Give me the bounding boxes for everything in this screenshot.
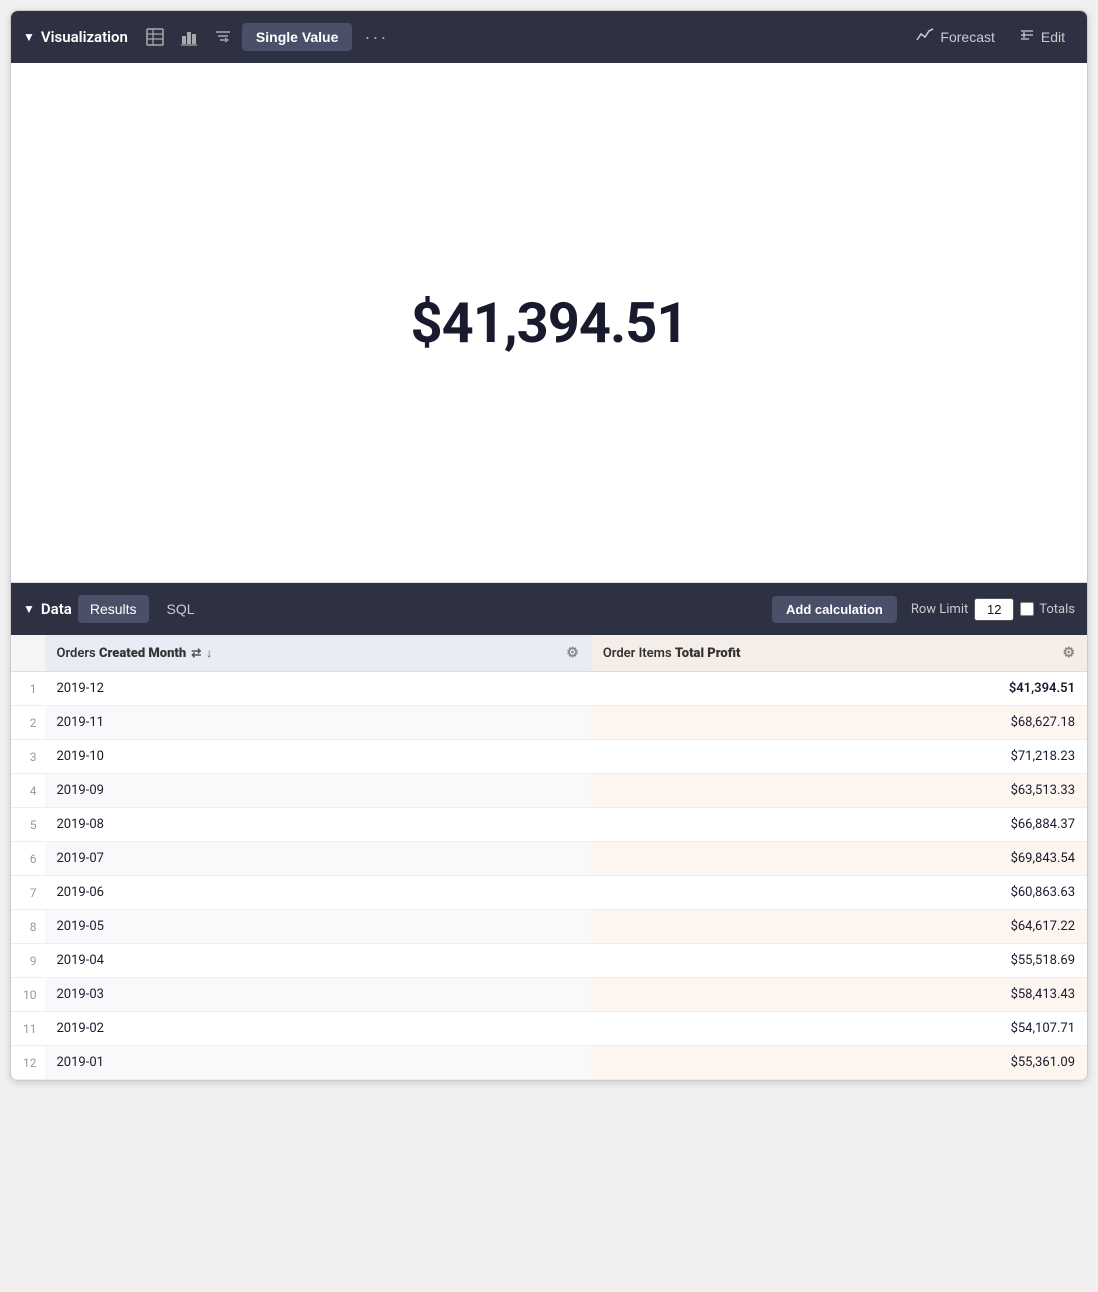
edit-label: Edit — [1041, 29, 1065, 45]
table-header-row: Orders Created Month ⇄ ↓ ⚙ Order Items T… — [11, 635, 1087, 672]
viz-toolbar-left: ▼ Visualization — [23, 28, 128, 46]
table-row: 42019-09$63,513.33 — [11, 774, 1087, 808]
sql-tab[interactable]: SQL — [155, 595, 207, 623]
measure-cell: $63,513.33 — [591, 774, 1087, 808]
row-number: 7 — [11, 876, 45, 910]
dimension-cell: 2019-01 — [45, 1046, 591, 1080]
viz-toolbar: ▼ Visualization — [11, 11, 1087, 63]
dimension-cell: 2019-09 — [45, 774, 591, 808]
measure-cell: $55,518.69 — [591, 944, 1087, 978]
data-table: Orders Created Month ⇄ ↓ ⚙ Order Items T… — [11, 635, 1087, 1080]
row-number: 11 — [11, 1012, 45, 1046]
measure-gear-icon[interactable]: ⚙ — [1062, 645, 1075, 661]
row-num-header — [11, 635, 45, 672]
row-number: 5 — [11, 808, 45, 842]
chevron-down-icon: ▼ — [23, 30, 35, 44]
results-tab[interactable]: Results — [78, 595, 149, 623]
measure-col-label: Order Items Total Profit — [603, 646, 741, 661]
data-chevron-icon: ▼ — [23, 602, 35, 616]
table-row: 92019-04$55,518.69 — [11, 944, 1087, 978]
dimension-gear-icon[interactable]: ⚙ — [566, 645, 579, 661]
sort-desc-icon[interactable]: ↓ — [206, 646, 212, 660]
data-toolbar: ▼ Data Results SQL Add calculation Row L… — [11, 583, 1087, 635]
row-number: 2 — [11, 706, 45, 740]
forecast-icon — [916, 26, 934, 49]
dimension-cell: 2019-02 — [45, 1012, 591, 1046]
row-number: 4 — [11, 774, 45, 808]
table-row: 112019-02$54,107.71 — [11, 1012, 1087, 1046]
dimension-col-label: Orders Created Month — [57, 646, 187, 661]
measure-cell: $60,863.63 — [591, 876, 1087, 910]
data-table-wrapper: Orders Created Month ⇄ ↓ ⚙ Order Items T… — [11, 635, 1087, 1080]
single-value-tab[interactable]: Single Value — [242, 23, 352, 51]
dimension-cell: 2019-10 — [45, 740, 591, 774]
row-number: 8 — [11, 910, 45, 944]
table-row: 122019-01$55,361.09 — [11, 1046, 1087, 1080]
row-limit-input[interactable] — [974, 598, 1014, 621]
row-number: 3 — [11, 740, 45, 774]
table-row: 72019-06$60,863.63 — [11, 876, 1087, 910]
row-number: 10 — [11, 978, 45, 1012]
dimension-cell: 2019-11 — [45, 706, 591, 740]
measure-cell: $55,361.09 — [591, 1046, 1087, 1080]
row-number: 12 — [11, 1046, 45, 1080]
table-row: 102019-03$58,413.43 — [11, 978, 1087, 1012]
filter-view-button[interactable] — [208, 24, 238, 50]
forecast-label: Forecast — [940, 29, 994, 45]
forecast-button[interactable]: Forecast — [906, 22, 1004, 53]
data-toolbar-title: Data — [41, 600, 72, 618]
measure-cell: $58,413.43 — [591, 978, 1087, 1012]
row-number: 9 — [11, 944, 45, 978]
single-value-display: $41,394.51 — [410, 290, 687, 356]
table-body: 12019-12$41,394.5122019-11$68,627.183201… — [11, 672, 1087, 1080]
measure-cell: $71,218.23 — [591, 740, 1087, 774]
more-options-button[interactable]: ··· — [356, 23, 396, 52]
table-row: 52019-08$66,884.37 — [11, 808, 1087, 842]
totals-label: Totals — [1020, 602, 1075, 617]
viz-toolbar-title: Visualization — [41, 28, 128, 46]
dimension-cell: 2019-07 — [45, 842, 591, 876]
measure-cell: $41,394.51 — [591, 672, 1087, 706]
table-row: 22019-11$68,627.18 — [11, 706, 1087, 740]
row-number: 6 — [11, 842, 45, 876]
dimension-col-header: Orders Created Month ⇄ ↓ ⚙ — [45, 635, 591, 672]
bar-chart-button[interactable] — [174, 24, 204, 50]
edit-icon — [1019, 27, 1035, 48]
filter-icon[interactable]: ⇄ — [191, 646, 201, 660]
measure-col-header: Order Items Total Profit ⚙ — [591, 635, 1087, 672]
table-row: 32019-10$71,218.23 — [11, 740, 1087, 774]
measure-cell: $68,627.18 — [591, 706, 1087, 740]
dimension-cell: 2019-03 — [45, 978, 591, 1012]
viz-area: $41,394.51 — [11, 63, 1087, 583]
dimension-cell: 2019-12 — [45, 672, 591, 706]
table-row: 82019-05$64,617.22 — [11, 910, 1087, 944]
dimension-cell: 2019-04 — [45, 944, 591, 978]
row-number: 1 — [11, 672, 45, 706]
table-row: 62019-07$69,843.54 — [11, 842, 1087, 876]
totals-checkbox[interactable] — [1020, 602, 1034, 616]
table-view-button[interactable] — [140, 24, 170, 50]
measure-cell: $66,884.37 — [591, 808, 1087, 842]
add-calculation-button[interactable]: Add calculation — [772, 596, 897, 623]
measure-cell: $69,843.54 — [591, 842, 1087, 876]
measure-cell: $64,617.22 — [591, 910, 1087, 944]
row-limit-label: Row Limit — [911, 602, 968, 617]
measure-cell: $54,107.71 — [591, 1012, 1087, 1046]
dimension-cell: 2019-08 — [45, 808, 591, 842]
edit-button[interactable]: Edit — [1009, 23, 1075, 52]
table-row: 12019-12$41,394.51 — [11, 672, 1087, 706]
main-container: ▼ Visualization — [10, 10, 1088, 1081]
dimension-cell: 2019-05 — [45, 910, 591, 944]
dimension-cell: 2019-06 — [45, 876, 591, 910]
